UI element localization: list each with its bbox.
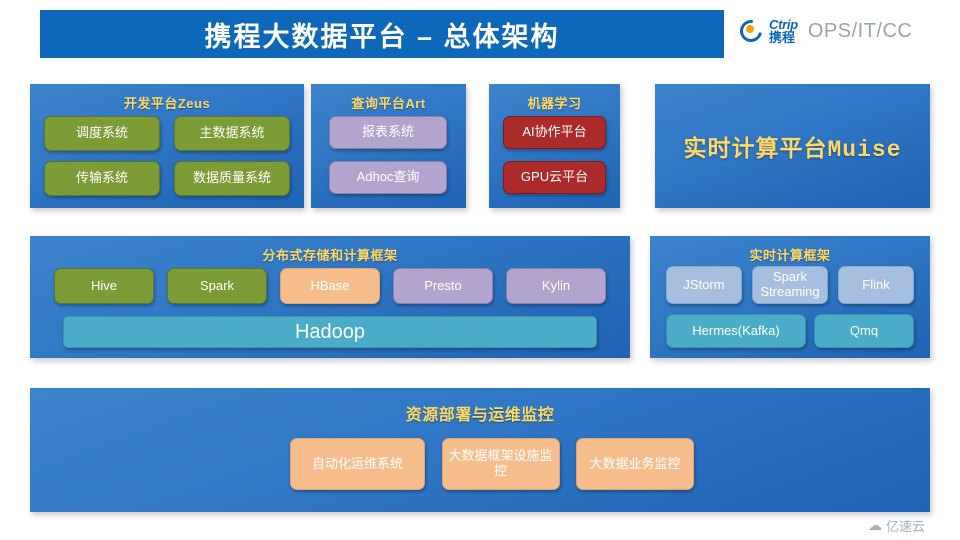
box-kylin[interactable]: Kylin [506, 268, 606, 304]
box-data-quality-system[interactable]: 数据质量系统 [174, 161, 290, 196]
box-hadoop[interactable]: Hadoop [63, 316, 597, 348]
box-transfer-system[interactable]: 传输系统 [44, 161, 160, 196]
box-ai-collaboration-platform[interactable]: AI协作平台 [503, 116, 606, 149]
panel-title-zeus: 开发平台Zeus [123, 96, 211, 111]
box-flink[interactable]: Flink [838, 266, 914, 304]
cloud-icon: ☁ [868, 517, 882, 533]
panel-title-machine-learning: 机器学习 [527, 96, 582, 111]
page-title: 携程大数据平台 – 总体架构 [204, 21, 560, 52]
box-spark[interactable]: Spark [167, 268, 267, 304]
panel-title-art: 查询平台Art [351, 96, 426, 111]
panel-realtime-compute-framework: 实时计算框架 JStorm Spark Streaming Flink Herm… [650, 236, 930, 358]
watermark-label: 亿速云 [886, 519, 926, 534]
header-title-bar: 携程大数据平台 – 总体架构 [40, 10, 724, 58]
box-jstorm[interactable]: JStorm [666, 266, 742, 304]
panel-realtime-platform-muise: 实时计算平台Muise [655, 84, 930, 208]
box-automated-ops-system[interactable]: 自动化运维系统 [290, 438, 425, 490]
box-hermes-kafka[interactable]: Hermes(Kafka) [666, 314, 806, 348]
box-gpu-cloud-platform[interactable]: GPU云平台 [503, 161, 606, 194]
box-presto[interactable]: Presto [393, 268, 493, 304]
panel-resource-deployment-ops-monitoring: 资源部署与运维监控 自动化运维系统 大数据框架设施监控 大数据业务监控 [30, 388, 930, 512]
brand-logo: Ctrip 携程 OPS/IT/CC [735, 15, 913, 47]
box-qmq[interactable]: Qmq [814, 314, 914, 348]
panel-distributed-storage-compute: 分布式存储和计算框架 Hive Spark HBase Presto Kylin… [30, 236, 630, 358]
box-adhoc-query[interactable]: Adhoc查询 [329, 161, 447, 194]
panel-query-platform-art: 查询平台Art 报表系统 Adhoc查询 [311, 84, 466, 208]
art-box-list: 报表系统 Adhoc查询 [329, 116, 447, 194]
storage-engine-row: Hive Spark HBase Presto Kylin [54, 268, 606, 304]
panel-machine-learning: 机器学习 AI协作平台 GPU云平台 [489, 84, 620, 208]
box-spark-streaming[interactable]: Spark Streaming [752, 266, 828, 304]
brand-wordmark: Ctrip 携程 [769, 18, 798, 44]
box-report-system[interactable]: 报表系统 [329, 116, 447, 149]
realtime-engine-row: JStorm Spark Streaming Flink [666, 266, 914, 304]
box-bigdata-business-monitoring[interactable]: 大数据业务监控 [576, 438, 694, 490]
brand-name-cn: 携程 [769, 30, 796, 45]
zeus-box-grid: 调度系统 主数据系统 传输系统 数据质量系统 [44, 116, 290, 196]
panel-title-ops-monitoring: 资源部署与运维监控 [405, 407, 555, 424]
ctrip-swirl-icon [735, 15, 767, 47]
panel-dev-platform-zeus: 开发平台Zeus 调度系统 主数据系统 传输系统 数据质量系统 [30, 84, 304, 208]
box-bigdata-infra-monitoring[interactable]: 大数据框架设施监控 [441, 438, 560, 490]
realtime-queue-row: Hermes(Kafka) Qmq [666, 314, 914, 348]
watermark: ☁ 亿速云 [868, 516, 925, 535]
panel-title-realtime-framework: 实时计算框架 [749, 248, 831, 263]
box-master-data-system[interactable]: 主数据系统 [174, 116, 290, 151]
box-hive[interactable]: Hive [54, 268, 154, 304]
brand-suffix-label: OPS/IT/CC [807, 19, 913, 42]
ml-box-list: AI协作平台 GPU云平台 [503, 116, 606, 194]
box-scheduling-system[interactable]: 调度系统 [44, 116, 160, 151]
muise-platform-label: 实时计算平台Muise [683, 137, 902, 163]
ops-box-row: 自动化运维系统 大数据框架设施监控 大数据业务监控 [290, 438, 694, 490]
panel-title-storage-compute: 分布式存储和计算框架 [262, 248, 398, 263]
box-hbase[interactable]: HBase [280, 268, 380, 304]
